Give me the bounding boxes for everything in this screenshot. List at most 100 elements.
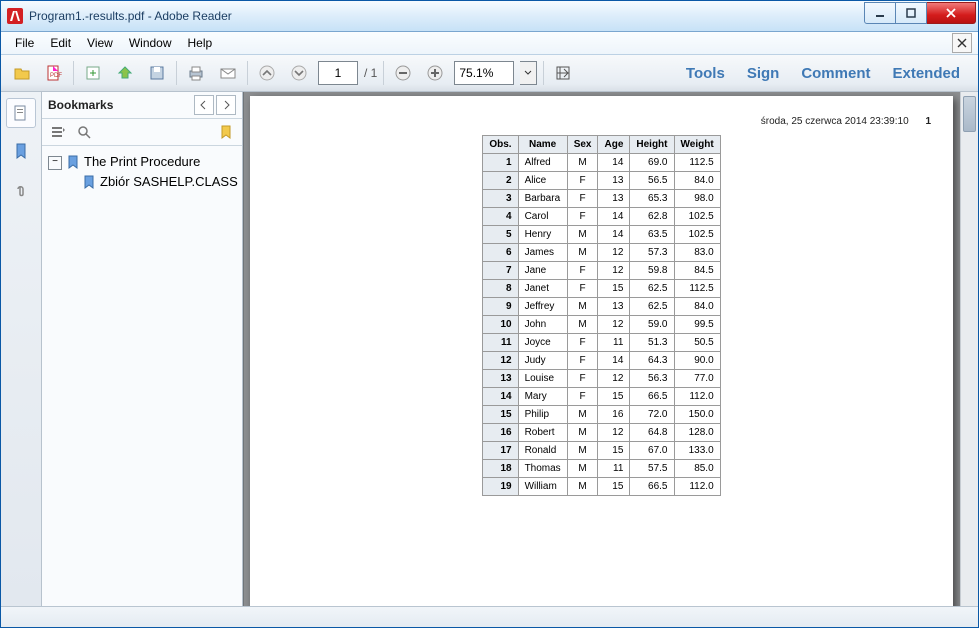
cell-age: 13 (598, 298, 630, 316)
cell-name: Judy (518, 352, 567, 370)
table-row: 6JamesM1257.383.0 (483, 244, 720, 262)
cell-obs: 11 (483, 334, 518, 352)
cell-sex: M (567, 406, 598, 424)
cell-height: 66.5 (630, 478, 674, 496)
save-icon[interactable] (144, 60, 170, 86)
cell-obs: 13 (483, 370, 518, 388)
tab-tools[interactable]: Tools (682, 65, 729, 82)
scrollbar-thumb[interactable] (963, 96, 976, 132)
cell-height: 56.3 (630, 370, 674, 388)
zoom-dropdown[interactable] (520, 61, 537, 85)
zoom-input[interactable] (454, 61, 514, 85)
title-bar: Program1.-results.pdf - Adobe Reader (1, 1, 978, 32)
cell-sex: F (567, 334, 598, 352)
cell-sex: M (567, 460, 598, 478)
cell-obs: 4 (483, 208, 518, 226)
cell-weight: 84.0 (674, 298, 720, 316)
tab-comment[interactable]: Comment (797, 65, 874, 82)
cell-sex: F (567, 352, 598, 370)
close-button[interactable] (927, 2, 976, 24)
bookmarks-next-icon[interactable] (216, 95, 236, 115)
cell-weight: 99.5 (674, 316, 720, 334)
page-count-label: / 1 (364, 66, 377, 80)
nav-icon-bar (1, 92, 42, 606)
nav-page-thumbnails-icon[interactable] (6, 98, 36, 128)
table-row: 10JohnM1259.099.5 (483, 316, 720, 334)
cell-name: Henry (518, 226, 567, 244)
cell-age: 12 (598, 316, 630, 334)
zoom-in-icon[interactable] (422, 60, 448, 86)
bookmarks-toolbar (42, 119, 242, 146)
content-area: Bookmarks − The Print Procedure (1, 92, 978, 606)
cell-name: Alfred (518, 154, 567, 172)
cell-height: 63.5 (630, 226, 674, 244)
cell-name: Robert (518, 424, 567, 442)
tree-toggle-icon[interactable]: − (48, 156, 62, 170)
table-row: 19WilliamM1566.5112.0 (483, 478, 720, 496)
menu-view[interactable]: View (79, 34, 121, 52)
create-pdf-icon[interactable]: PDF (41, 60, 67, 86)
open-icon[interactable] (9, 60, 35, 86)
cell-sex: M (567, 424, 598, 442)
page-number-input[interactable] (318, 61, 358, 85)
cell-height: 69.0 (630, 154, 674, 172)
page-down-icon[interactable] (286, 60, 312, 86)
email-icon[interactable] (215, 60, 241, 86)
nav-bookmarks-icon[interactable] (6, 136, 36, 166)
tab-sign[interactable]: Sign (743, 65, 784, 82)
cell-height: 57.5 (630, 460, 674, 478)
menu-window[interactable]: Window (121, 34, 180, 52)
zoom-out-icon[interactable] (390, 60, 416, 86)
cell-obs: 18 (483, 460, 518, 478)
cell-height: 59.8 (630, 262, 674, 280)
share-icon[interactable] (112, 60, 138, 86)
bookmark-child[interactable]: Zbiór SASHELP.CLASS (46, 172, 238, 192)
tab-extended[interactable]: Extended (888, 65, 964, 82)
cell-obs: 10 (483, 316, 518, 334)
cell-obs: 12 (483, 352, 518, 370)
col-sex: Sex (567, 136, 598, 154)
cell-height: 62.5 (630, 298, 674, 316)
page-number: 1 (925, 116, 931, 127)
window-title: Program1.-results.pdf - Adobe Reader (29, 9, 232, 23)
cell-weight: 102.5 (674, 226, 720, 244)
cell-weight: 85.0 (674, 460, 720, 478)
nav-attachments-icon[interactable] (6, 174, 36, 204)
bookmarks-new-icon[interactable] (216, 122, 236, 142)
cell-obs: 15 (483, 406, 518, 424)
export-icon[interactable] (80, 60, 106, 86)
document-page: środa, 25 czerwca 2014 23:39:10 1 Obs. N… (250, 96, 953, 606)
cell-name: James (518, 244, 567, 262)
page-up-icon[interactable] (254, 60, 280, 86)
menu-help[interactable]: Help (180, 34, 221, 52)
vertical-scrollbar[interactable] (960, 92, 978, 606)
document-viewport[interactable]: środa, 25 czerwca 2014 23:39:10 1 Obs. N… (243, 92, 978, 606)
cell-age: 15 (598, 388, 630, 406)
bookmarks-find-icon[interactable] (74, 122, 94, 142)
cell-name: John (518, 316, 567, 334)
cell-obs: 5 (483, 226, 518, 244)
print-icon[interactable] (183, 60, 209, 86)
cell-weight: 90.0 (674, 352, 720, 370)
main-toolbar: PDF / 1 Tools Sign Comment Extended (1, 55, 978, 92)
svg-text:PDF: PDF (50, 73, 62, 79)
table-row: 18ThomasM1157.585.0 (483, 460, 720, 478)
menu-file[interactable]: File (7, 34, 42, 52)
cell-sex: F (567, 388, 598, 406)
doc-close-button[interactable] (952, 33, 972, 53)
cell-age: 13 (598, 172, 630, 190)
cell-name: Jane (518, 262, 567, 280)
cell-height: 72.0 (630, 406, 674, 424)
read-mode-icon[interactable] (550, 60, 576, 86)
toolbar-separator (247, 61, 248, 85)
table-row: 15PhilipM1672.0150.0 (483, 406, 720, 424)
bookmark-root[interactable]: − The Print Procedure (46, 152, 238, 172)
maximize-button[interactable] (896, 2, 927, 24)
bookmarks-options-icon[interactable] (48, 122, 68, 142)
minimize-button[interactable] (864, 2, 896, 24)
cell-height: 59.0 (630, 316, 674, 334)
cell-obs: 7 (483, 262, 518, 280)
cell-age: 15 (598, 442, 630, 460)
menu-edit[interactable]: Edit (42, 34, 79, 52)
bookmarks-prev-icon[interactable] (194, 95, 214, 115)
